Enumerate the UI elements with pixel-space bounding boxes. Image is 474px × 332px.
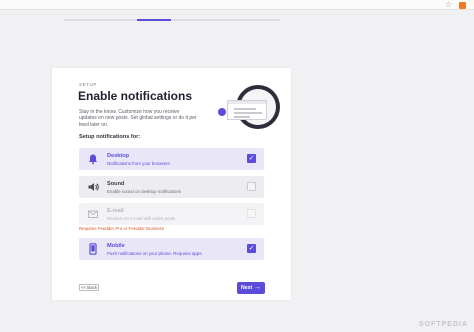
mobile-checkbox[interactable]: ✓ xyxy=(247,244,256,253)
step-progress-fill xyxy=(137,19,171,21)
next-button-label: Next xyxy=(241,285,253,291)
envelope-icon xyxy=(88,210,98,218)
sound-checkbox[interactable] xyxy=(247,182,256,191)
page-title: Enable notifications xyxy=(78,89,193,103)
option-title: Desktop xyxy=(107,153,130,159)
browser-toolbar: ☆ xyxy=(0,0,474,10)
watermark: SOFTPEDIA xyxy=(418,321,468,328)
next-button[interactable]: Next → xyxy=(237,282,265,294)
email-checkbox xyxy=(247,209,256,218)
setup-label: SETUP xyxy=(79,82,98,87)
speaker-icon xyxy=(88,183,99,191)
option-title: Sound xyxy=(107,181,125,187)
option-subtitle: Enable sound on desktop notifications xyxy=(107,188,181,194)
pro-required-warning: Requires Feedder Pro or Feedder Business xyxy=(79,226,164,231)
option-title: Mobile xyxy=(107,243,125,249)
option-desktop[interactable]: Desktop Notifications from your browsers… xyxy=(79,148,264,170)
setup-card: SETUP Enable notifications Stay in the k… xyxy=(52,68,291,300)
option-email: E-mail Receive an e-mail with entire pos… xyxy=(79,203,264,225)
notifications-illustration xyxy=(218,82,284,138)
phone-icon xyxy=(89,243,97,255)
option-subtitle: Push notifications on your phone. Requir… xyxy=(107,250,203,256)
star-icon[interactable]: ☆ xyxy=(445,0,452,10)
arrow-right-icon: → xyxy=(254,284,261,291)
option-subtitle: Receive an e-mail with entire posts xyxy=(107,215,176,221)
page-description: Stay in the know. Customize how you rece… xyxy=(79,109,197,128)
section-title: Setup notifications for: xyxy=(79,134,141,140)
option-title: E-mail xyxy=(107,208,124,214)
bell-icon xyxy=(89,154,97,165)
rss-icon[interactable] xyxy=(459,2,466,9)
option-sound[interactable]: Sound Enable sound on desktop notificati… xyxy=(79,176,264,198)
option-mobile[interactable]: Mobile Push notifications on your phone.… xyxy=(79,238,264,260)
step-progress-bar xyxy=(64,19,280,21)
back-button[interactable]: << Back xyxy=(79,284,99,291)
desktop-checkbox[interactable]: ✓ xyxy=(247,154,256,163)
option-subtitle: Notifications from your browsers xyxy=(107,160,170,166)
